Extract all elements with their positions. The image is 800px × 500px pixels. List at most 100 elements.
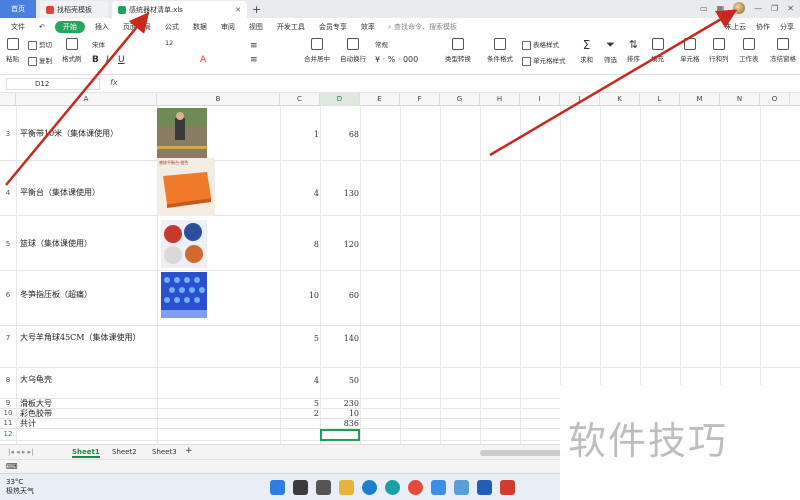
col-header-e[interactable]: E (360, 93, 400, 106)
font-color-icon[interactable]: A (200, 55, 206, 65)
cell-qty[interactable]: 4 (314, 376, 319, 385)
bold-icon[interactable]: B (92, 55, 99, 65)
menu-member[interactable]: 会员专享 (312, 22, 354, 32)
new-tab-button[interactable]: + (252, 1, 261, 18)
wrap-text-button[interactable]: 自动换行 (340, 38, 366, 63)
close-window-icon[interactable]: ✕ (787, 4, 794, 13)
cell-price[interactable]: 50 (349, 376, 359, 385)
app-icon[interactable] (431, 480, 446, 495)
acupressure-board-photo[interactable] (161, 272, 207, 318)
cell-item-name[interactable]: 篮球（集体课使用） (20, 238, 92, 249)
settings-icon[interactable] (454, 480, 469, 495)
cell-qty[interactable]: 10 (309, 291, 319, 300)
row-number[interactable]: 7 (0, 334, 16, 342)
col-header-f[interactable]: F (400, 93, 440, 106)
cell-qty[interactable]: 8 (314, 240, 319, 249)
cell-price[interactable]: 60 (349, 291, 359, 300)
add-sheet-button[interactable]: + (185, 446, 193, 456)
currency-icon[interactable]: ¥ · % · 000 (375, 55, 418, 64)
sum-button[interactable]: Σ 求和 (580, 38, 593, 64)
table-style-button[interactable]: 表格样式 (522, 39, 559, 50)
col-header-l[interactable]: L (640, 93, 680, 106)
cell-price[interactable]: 10 (349, 409, 359, 418)
cell-item-name[interactable]: 平衡带10米（集体课使用） (20, 128, 118, 139)
avatar[interactable] (733, 2, 746, 14)
cell-price[interactable]: 230 (344, 399, 359, 408)
menu-home[interactable]: 开始 (54, 20, 85, 33)
cell-item-name[interactable]: 大号羊角球45CM（集体课使用） (20, 332, 141, 343)
menu-formula[interactable]: 公式 (158, 22, 186, 32)
col-header-d[interactable]: D (320, 93, 360, 106)
row-number[interactable]: 8 (0, 376, 16, 384)
cell-item-name[interactable]: 大乌龟壳 (20, 374, 52, 385)
col-header-o[interactable]: O (760, 93, 790, 106)
cell-price[interactable]: 120 (344, 240, 359, 249)
row-number[interactable]: 12 (0, 430, 16, 438)
menu-efficiency[interactable]: 效率 (354, 22, 382, 32)
tab-home[interactable]: 首页 (0, 0, 36, 18)
menu-page-layout[interactable]: 页面布局 (116, 22, 158, 32)
edge-icon[interactable] (362, 480, 377, 495)
cell-qty[interactable]: 4 (314, 189, 319, 198)
menu-review[interactable]: 审阅 (214, 22, 242, 32)
fill-button[interactable]: 填充 (651, 38, 664, 63)
start-icon[interactable] (270, 480, 285, 495)
col-header-k[interactable]: K (600, 93, 640, 106)
word-icon[interactable] (477, 480, 492, 495)
cell-price[interactable]: 836 (344, 419, 359, 428)
col-header-a[interactable]: A (16, 93, 157, 106)
close-icon[interactable]: ✕ (235, 6, 241, 14)
type-convert-button[interactable]: 类型转换 (445, 38, 471, 63)
cell-item-name[interactable]: 平衡台（集体课使用） (20, 187, 100, 198)
undo-icon[interactable]: ↶ (32, 23, 52, 31)
align-left-icon[interactable]: ≡ (250, 55, 258, 65)
tab-spreadsheet[interactable]: 感统器材清单.xls ✕ (112, 1, 247, 18)
sort-button[interactable]: ⇅ 排序 (627, 38, 640, 63)
search-icon[interactable] (293, 480, 308, 495)
basketball-photo[interactable] (161, 220, 207, 268)
cell-item-name[interactable]: 冬笋指压板（超痛） (20, 289, 92, 300)
minimize-icon[interactable]: — (754, 4, 762, 13)
freeze-button[interactable]: 冻结窗格 (770, 38, 796, 63)
col-header-n[interactable]: N (720, 93, 760, 106)
number-format-select[interactable]: 常规 (375, 39, 435, 49)
menu-view[interactable]: 视图 (242, 22, 270, 32)
wps-icon[interactable] (500, 480, 515, 495)
menu-developer[interactable]: 开发工具 (270, 22, 312, 32)
folder-icon[interactable] (339, 480, 354, 495)
cell-style-button[interactable]: 单元格样式 (522, 55, 566, 66)
font-size-select[interactable]: 12 (165, 39, 173, 47)
select-all-corner[interactable] (0, 93, 16, 106)
cell-price[interactable]: 130 (344, 189, 359, 198)
restore-icon[interactable]: ❐ (771, 4, 778, 13)
sheet-tab-3[interactable]: Sheet3 (152, 448, 177, 456)
col-header-b[interactable]: B (157, 93, 280, 106)
selected-cell-d12[interactable] (320, 429, 360, 441)
underline-icon[interactable]: U (118, 55, 125, 65)
col-header-j[interactable]: J (560, 93, 600, 106)
cell-price[interactable]: 140 (344, 334, 359, 343)
col-header-h[interactable]: H (480, 93, 520, 106)
layout-icon[interactable]: ▭ (700, 4, 708, 13)
format-painter-button[interactable]: 格式刷 (62, 38, 82, 63)
grid-icon[interactable]: ▦ (717, 4, 725, 13)
row-number[interactable]: 11 (0, 419, 16, 427)
row-number[interactable]: 6 (0, 291, 16, 299)
menu-file[interactable]: 文件 (4, 22, 32, 32)
cell-item-name[interactable]: 共计 (20, 418, 36, 429)
col-header-c[interactable]: C (280, 93, 320, 106)
menu-data[interactable]: 数据 (186, 22, 214, 32)
chrome-icon[interactable] (408, 480, 423, 495)
col-header-i[interactable]: I (520, 93, 560, 106)
cell-qty[interactable]: 2 (314, 409, 319, 418)
sheet-tab-1[interactable]: Sheet1 (72, 448, 100, 458)
cloud-button[interactable]: 未上云 (725, 22, 746, 32)
browser-icon[interactable] (385, 480, 400, 495)
row-number[interactable]: 5 (0, 240, 16, 248)
col-header-g[interactable]: G (440, 93, 480, 106)
row-number[interactable]: 9 (0, 399, 16, 407)
copy-button[interactable]: 复制 (28, 55, 52, 66)
row-col-button[interactable]: 行和列 (709, 38, 729, 63)
task-view-icon[interactable] (316, 480, 331, 495)
cell-qty[interactable]: 1 (314, 130, 319, 139)
